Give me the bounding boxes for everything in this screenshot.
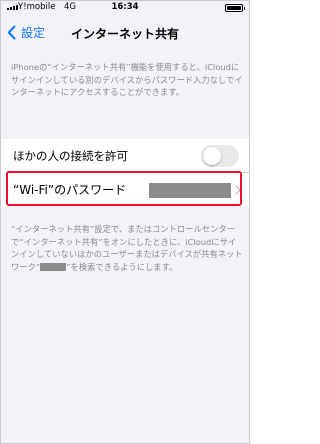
redacted-password-value <box>149 183 231 198</box>
discoverability-description: “インターネット共有”設定で、またはコントロールセンターで“インターネット共有”… <box>11 223 243 273</box>
footer-note-text-end: ”を検索できるようにします。 <box>66 261 178 272</box>
wifi-password-row[interactable]: “Wi-Fi”のパスワード <box>1 174 249 205</box>
navigation-bar: 設定 インターネット共有 <box>1 15 249 51</box>
hotspot-description: iPhoneの“インターネット共有”機能を使用すると、iCloudにサインインし… <box>11 62 243 97</box>
phone-screen: Y!mobile 4G 16:34 設定 インターネット共有 iPhoneの“イ… <box>0 0 250 444</box>
status-bar: Y!mobile 4G 16:34 <box>1 1 249 15</box>
battery-level <box>227 6 241 10</box>
toggle-knob <box>203 147 221 165</box>
chevron-right-icon <box>235 185 241 195</box>
allow-others-label: ほかの人の接続を許可 <box>13 149 128 163</box>
allow-others-toggle[interactable] <box>201 145 239 167</box>
hotspot-settings-group: ほかの人の接続を許可 “Wi-Fi”のパスワード <box>1 139 249 206</box>
allow-others-row: ほかの人の接続を許可 <box>1 141 249 171</box>
redacted-network-name <box>40 262 67 271</box>
battery-icon <box>225 4 245 12</box>
status-time: 16:34 <box>111 2 139 12</box>
wifi-password-label: “Wi-Fi”のパスワード <box>13 183 127 197</box>
page-title: インターネット共有 <box>70 27 179 41</box>
row-divider <box>13 172 249 173</box>
